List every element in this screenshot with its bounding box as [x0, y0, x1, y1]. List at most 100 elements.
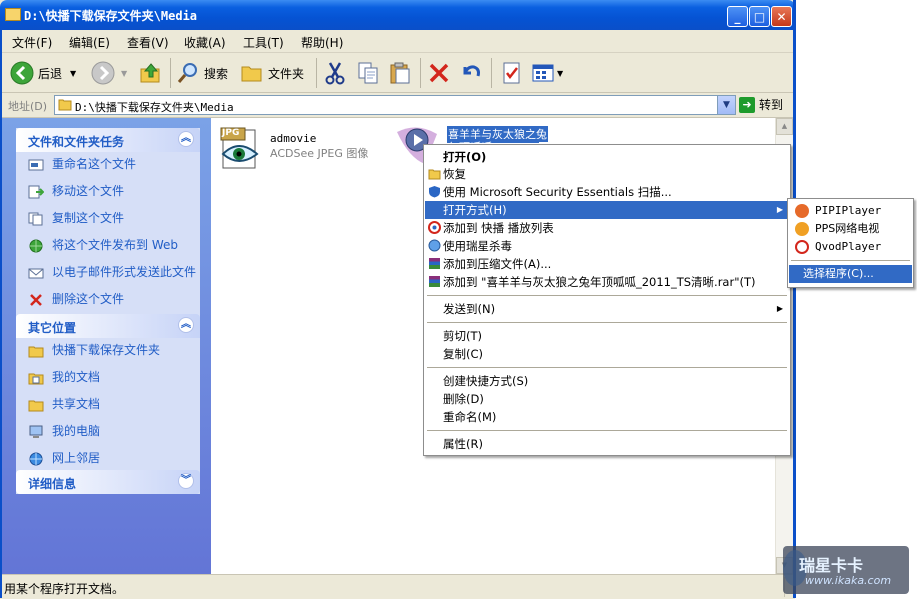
menu-add-rar[interactable]: 添加到 "喜羊羊与灰太狼之兔年顶呱呱_2011_TS清晰.rar"(T) — [425, 273, 789, 291]
address-input[interactable]: D:\快播下载保存文件夹\Media ▼ — [54, 95, 736, 115]
submenu-qvodplayer[interactable]: QvodPlayer — [789, 238, 912, 256]
place-my-computer[interactable]: 我的电脑 — [16, 425, 200, 445]
menu-restore[interactable]: 恢复 — [425, 165, 789, 183]
place-shared-documents[interactable]: 共享文档 — [16, 398, 200, 418]
menu-mse-scan[interactable]: 使用 Microsoft Security Essentials 扫描... — [425, 183, 789, 201]
copy-button[interactable] — [356, 59, 380, 87]
chevron-down-icon[interactable]: ▼ — [557, 69, 563, 78]
task-move[interactable]: 移动这个文件 — [16, 185, 200, 205]
up-folder-button[interactable] — [139, 59, 163, 87]
task-rename[interactable]: 重命名这个文件 — [16, 158, 200, 178]
menu-create-shortcut[interactable]: 创建快捷方式(S) — [425, 372, 789, 390]
move-icon — [28, 185, 44, 199]
search-icon — [177, 63, 197, 83]
maximize-button[interactable]: □ — [749, 6, 770, 27]
menu-separator — [427, 367, 787, 368]
submenu-choose-program[interactable]: 选择程序(C)... — [789, 265, 912, 283]
panel-header[interactable]: 其它位置 ︽ — [16, 314, 200, 338]
globe-icon — [29, 239, 43, 253]
forward-button[interactable]: ▼ — [91, 59, 127, 87]
place-label: 网上邻居 — [52, 451, 101, 465]
chevron-down-icon[interactable]: ▼ — [70, 69, 76, 78]
task-label: 以电子邮件形式发送此文件 — [52, 265, 197, 279]
qvod-icon — [428, 221, 441, 234]
folder-icon — [241, 66, 262, 82]
computer-icon — [29, 425, 43, 438]
rename-icon — [28, 159, 44, 171]
menu-send-to[interactable]: 发送到(N) ▶ — [425, 300, 789, 318]
menu-copy[interactable]: 复制(C) — [425, 345, 789, 363]
submenu-label: PIPIPlayer — [815, 204, 882, 217]
menu-tools[interactable]: 工具(T) — [243, 34, 284, 51]
menu-view[interactable]: 查看(V) — [127, 34, 169, 51]
menu-label: 剪切(T) — [443, 329, 482, 343]
minimize-button[interactable]: _ — [727, 6, 748, 27]
menu-label: 创建快捷方式(S) — [443, 374, 529, 388]
place-network[interactable]: 网上邻居 — [16, 452, 200, 472]
menu-label: 删除(D) — [443, 392, 484, 406]
task-label: 复制这个文件 — [52, 211, 125, 225]
task-email[interactable]: 以电子邮件形式发送此文件 — [16, 266, 200, 286]
window-border-right — [793, 0, 796, 598]
menu-label: 恢复 — [443, 167, 466, 181]
expand-icon[interactable]: ︾ — [178, 473, 194, 489]
menu-rising-scan[interactable]: 使用瑞星杀毒 — [425, 237, 789, 255]
scroll-up-button[interactable]: ▲ — [776, 118, 793, 135]
folders-button[interactable]: 文件夹 — [240, 59, 304, 87]
collapse-icon[interactable]: ︽ — [178, 131, 194, 147]
menu-bar: 文件(F) 编辑(E) 查看(V) 收藏(A) 工具(T) 帮助(H) — [0, 30, 795, 77]
background-edge — [796, 0, 917, 598]
cut-button[interactable] — [323, 59, 347, 87]
place-my-documents[interactable]: 我的文档 — [16, 371, 200, 391]
forward-arrow-icon — [91, 61, 115, 85]
undo-button[interactable] — [459, 59, 483, 87]
close-button[interactable]: ✕ — [771, 6, 792, 27]
views-button[interactable]: ▼ — [531, 59, 563, 87]
submenu-pps[interactable]: PPS网络电视 — [789, 220, 912, 238]
back-label: 后退 — [38, 66, 63, 81]
panel-header[interactable]: 详细信息 ︾ — [16, 470, 200, 494]
menu-open[interactable]: 打开(O) — [425, 148, 789, 166]
title-bar[interactable]: D:\快播下载保存文件夹\Media _ □ ✕ — [0, 0, 795, 30]
menu-separator — [791, 260, 910, 261]
chevron-down-icon[interactable]: ▼ — [717, 96, 735, 114]
properties-icon — [503, 62, 520, 84]
task-copy[interactable]: 复制这个文件 — [16, 212, 200, 232]
panel-title: 详细信息 — [28, 477, 77, 491]
menu-delete[interactable]: 删除(D) — [425, 390, 789, 408]
winrar-icon — [429, 258, 440, 269]
search-button[interactable]: 搜索 — [176, 59, 228, 87]
menu-label: 使用 Microsoft Security Essentials 扫描... — [443, 185, 672, 199]
delete-button[interactable] — [427, 59, 451, 87]
menu-cut[interactable]: 剪切(T) — [425, 327, 789, 345]
paste-button[interactable] — [388, 59, 412, 87]
menu-add-archive[interactable]: 添加到压缩文件(A)... — [425, 255, 789, 273]
task-delete[interactable]: 删除这个文件 — [16, 293, 200, 313]
restore-folder-icon — [428, 169, 441, 180]
back-button[interactable]: 后退 ▼ — [10, 59, 76, 87]
menu-edit[interactable]: 编辑(E) — [69, 34, 110, 51]
go-button[interactable]: ➜ 转到 — [739, 96, 783, 113]
panel-header[interactable]: 文件和文件夹任务 ︽ — [16, 128, 200, 152]
menu-favorites[interactable]: 收藏(A) — [184, 34, 226, 51]
address-path: D:\快播下载保存文件夹\Media — [75, 101, 234, 114]
menu-label: 添加到 "喜羊羊与灰太狼之兔年顶呱呱_2011_TS清晰.rar"(T) — [443, 275, 756, 289]
place-download-folder[interactable]: 快播下载保存文件夹 — [16, 344, 200, 364]
menu-file[interactable]: 文件(F) — [12, 34, 52, 51]
menu-properties[interactable]: 属性(R) — [425, 435, 789, 453]
task-label: 移动这个文件 — [52, 184, 125, 198]
menu-help[interactable]: 帮助(H) — [301, 34, 343, 51]
delete-x-icon — [30, 294, 42, 306]
menu-rename[interactable]: 重命名(M) — [425, 408, 789, 426]
folder-icon — [58, 99, 72, 111]
menu-add-qvod-playlist[interactable]: 添加到 快播 播放列表 — [425, 219, 789, 237]
chevron-down-icon[interactable]: ▼ — [121, 69, 127, 78]
submenu-pipiplayer[interactable]: PIPIPlayer — [789, 202, 912, 220]
menu-open-with[interactable]: 打开方式(H) ▶ — [425, 201, 789, 219]
file-type: ACDSee JPEG 图像 — [270, 147, 369, 160]
collapse-icon[interactable]: ︽ — [178, 317, 194, 333]
properties-button[interactable] — [500, 59, 524, 87]
go-label: 转到 — [759, 98, 784, 112]
task-publish-web[interactable]: 将这个文件发布到 Web — [16, 239, 200, 259]
folder-icon — [5, 8, 21, 21]
